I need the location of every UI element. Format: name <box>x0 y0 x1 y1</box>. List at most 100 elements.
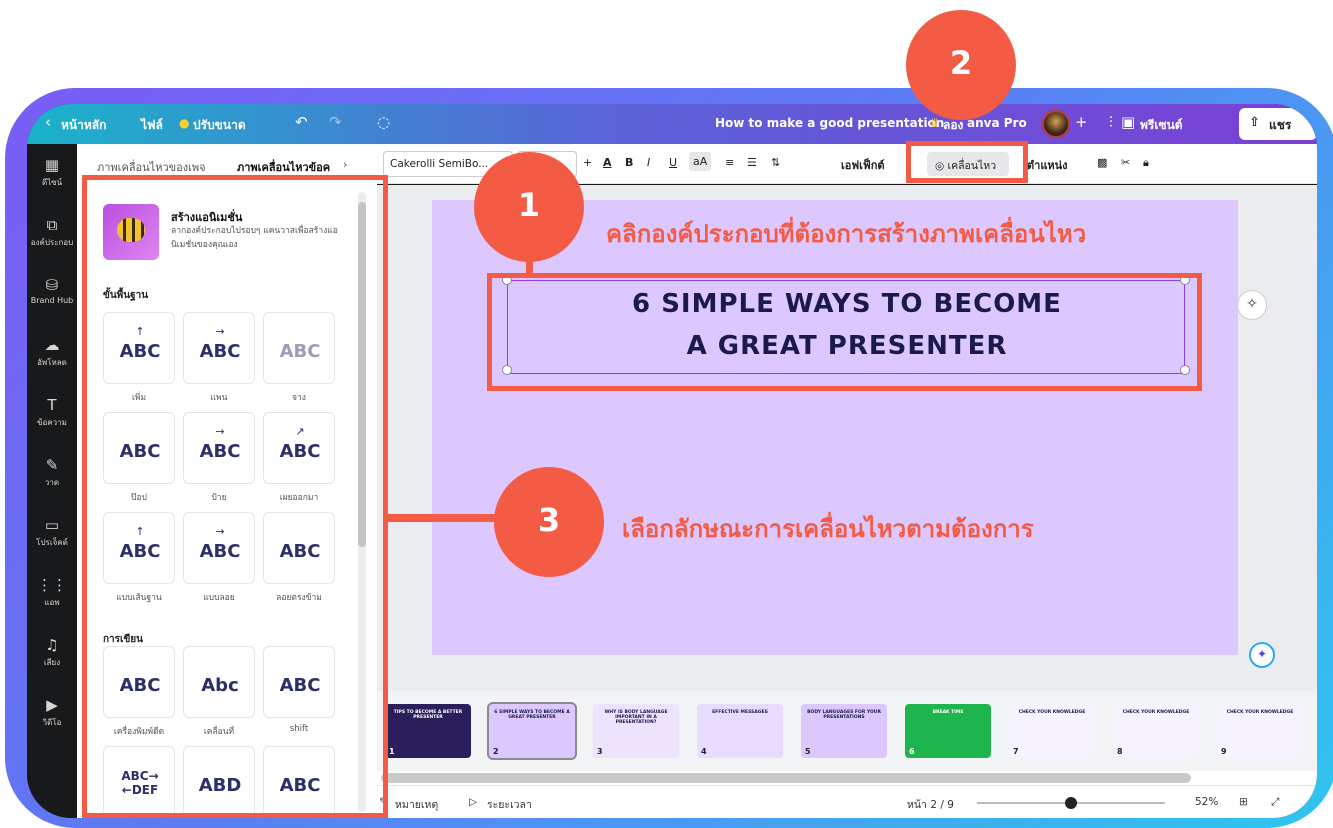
filmstrip-scroll-thumb[interactable] <box>381 773 1191 783</box>
bold-icon[interactable]: B <box>625 156 633 169</box>
page-thumbnail-8[interactable]: CHECK YOUR KNOWLEDGE 8 <box>1113 704 1199 758</box>
thumbnail-number: 2 <box>493 747 499 756</box>
page-thumbnail-4[interactable]: EFFECTIVE MESSAGES 4 <box>697 704 783 758</box>
transparency-icon[interactable]: ▩ <box>1097 156 1107 169</box>
rail-item-3[interactable]: ☁ อัพโหลด <box>27 336 77 369</box>
rail-item-8[interactable]: ♫ เสียง <box>27 636 77 669</box>
rail-item-1[interactable]: ⧉ องค์ประกอบ <box>27 216 77 249</box>
comment-add-icon[interactable]: ✧ <box>1237 290 1267 320</box>
rail-label-4: ข้อความ <box>37 418 67 427</box>
zoom-slider-knob[interactable] <box>1065 797 1077 809</box>
thumbnail-number: 4 <box>701 747 707 756</box>
page-indicator[interactable]: หน้า 2 / 9 <box>907 796 954 813</box>
rail-label-9: วิดีโอ <box>42 718 62 727</box>
grid-view-icon[interactable]: ⊞ <box>1239 796 1248 808</box>
fullscreen-icon[interactable]: ⤢ <box>1271 796 1279 809</box>
align-icon[interactable]: ≡ <box>725 156 734 169</box>
thumbnail-title: CHECK YOUR KNOWLEDGE <box>1226 710 1294 715</box>
rail-label-6: โปรเจ็คต์ <box>36 538 68 547</box>
spacing-icon[interactable]: ⇅ <box>771 156 780 169</box>
rail-icon-7: ⋮⋮ <box>37 576 67 594</box>
thumbnail-title: 6 SIMPLE WAYS TO BECOME A GREAT PRESENTE… <box>494 710 570 720</box>
underline-icon[interactable]: U <box>669 156 677 169</box>
rail-label-3: อัพโหลด <box>37 358 67 367</box>
thumbnail-number: 8 <box>1117 747 1123 756</box>
case-icon[interactable]: aA <box>689 152 712 171</box>
timer-icon[interactable]: ▷ <box>469 796 477 808</box>
rail-item-4[interactable]: T ข้อความ <box>27 396 77 429</box>
rail-icon-0: ▦ <box>44 156 60 174</box>
text-color-icon[interactable]: A <box>603 156 612 169</box>
thumbnail-number: 3 <box>597 747 603 756</box>
rail-icon-3: ☁ <box>44 336 60 354</box>
page-thumbnail-2[interactable]: 6 SIMPLE WAYS TO BECOME A GREAT PRESENTE… <box>487 702 577 760</box>
connector-3 <box>388 514 498 522</box>
notes-button[interactable]: หมายเหตุ <box>395 796 438 813</box>
home-link[interactable]: หน้าหลัก <box>61 116 106 135</box>
badge-2: 2 <box>906 10 1016 120</box>
page-filmstrip: TIPS TO BECOME A BETTER PRESENTER 1 6 SIMP… <box>377 691 1317 771</box>
italic-icon[interactable]: I <box>647 156 650 169</box>
add-person-icon[interactable]: + <box>1075 113 1088 131</box>
tab-page-animation[interactable]: ภาพเคลื่อนไหวของเพจ <box>97 158 206 176</box>
avatar[interactable] <box>1042 110 1070 138</box>
rail-label-1: องค์ประกอบ <box>30 238 74 247</box>
magic-sparkle-icon[interactable]: ✦ <box>1249 642 1275 668</box>
page-thumbnail-5[interactable]: BODY LANGUAGES FOR YOUR PRESENTATIONS 5 <box>801 704 887 758</box>
insights-chart-icon[interactable]: ⫶ <box>1109 113 1113 131</box>
badge-3: 3 <box>494 467 604 577</box>
thumbnail-title: CHECK YOUR KNOWLEDGE <box>1122 710 1190 715</box>
rail-icon-8: ♫ <box>45 636 59 654</box>
file-menu[interactable]: ไฟล์ <box>141 116 163 135</box>
top-bar: ‹ หน้าหลัก ไฟล์ ● ปรับขนาด ↶ ↷ ◌ How to … <box>27 104 1317 144</box>
page-thumbnail-3[interactable]: WHY IS BODY LANGUAGE IMPORTANT IN A PRES… <box>593 704 679 758</box>
present-button[interactable]: พรีเซนต์ <box>1140 116 1183 135</box>
undo-icon[interactable]: ↶ <box>295 113 308 131</box>
upgrade-button[interactable]: anva Pro <box>967 116 1027 130</box>
crown-icon: ● <box>179 116 190 130</box>
left-rail: ▦ ดีไซน์ ⧉ องค์ประกอบ ⛁ Brand Hub ☁ อัพโหลด T ข้อ… <box>27 144 77 818</box>
rail-item-2[interactable]: ⛁ Brand Hub <box>27 276 77 305</box>
rail-item-7[interactable]: ⋮⋮ แอพ <box>27 576 77 609</box>
page-thumbnail-9[interactable]: CHECK YOUR KNOWLEDGE 9 <box>1217 704 1303 758</box>
callout-step-3: เลือกลักษณะการเคลื่อนไหวตามต้องการ <box>622 515 1034 543</box>
rail-icon-6: ▭ <box>44 516 60 534</box>
thumbnail-title: EFFECTIVE MESSAGES <box>712 710 768 715</box>
present-icon: ▣ <box>1121 113 1136 131</box>
document-title[interactable]: How to make a good presentation <box>715 116 944 130</box>
effects-button[interactable]: เอฟเฟ็กต์ <box>841 156 885 174</box>
list-icon[interactable]: ☰ <box>747 156 757 169</box>
share-button[interactable]: ⇧ แชร <box>1239 108 1317 140</box>
rail-label-8: เสียง <box>43 658 61 667</box>
slide[interactable]: 6 SIMPLE WAYS TO BECOME A GREAT PRESENTE… <box>432 200 1238 655</box>
redo-icon[interactable]: ↷ <box>329 113 342 131</box>
rail-label-2: Brand Hub <box>30 296 74 305</box>
zoom-level[interactable]: 52% <box>1195 796 1218 808</box>
tab-element-animation[interactable]: ภาพเคลื่อนไหวข้อค <box>237 158 330 176</box>
page-thumbnail-7[interactable]: CHECK YOUR KNOWLEDGE 7 <box>1009 704 1095 758</box>
thumbnail-number: 5 <box>805 747 811 756</box>
position-button[interactable]: ตำแหน่ง <box>1027 156 1068 174</box>
rail-item-9[interactable]: ▶ วิดีโอ <box>27 696 77 729</box>
back-chevron-icon[interactable]: ‹ <box>45 113 51 131</box>
rail-item-0[interactable]: ▦ ดีไซน์ <box>27 156 77 189</box>
rail-item-5[interactable]: ✎ วาด <box>27 456 77 489</box>
filmstrip-scrollbar[interactable] <box>377 771 1317 785</box>
copy-style-icon[interactable]: ✂ <box>1121 156 1130 169</box>
highlight-animate-button <box>906 141 1028 183</box>
thumbnail-title: WHY IS BODY LANGUAGE IMPORTANT IN A PRES… <box>604 710 668 725</box>
rail-item-6[interactable]: ▭ โปรเจ็คต์ <box>27 516 77 549</box>
page-thumbnail-6[interactable]: BREAK TIME 6 <box>905 704 991 758</box>
chevron-right-icon[interactable]: › <box>343 158 347 171</box>
rail-label-5: วาด <box>44 478 60 487</box>
pro-crown-icon: ♛ <box>929 116 940 130</box>
resize-button[interactable]: ปรับขนาด <box>193 116 246 135</box>
thumbnail-title: TIPS TO BECOME A BETTER PRESENTER <box>393 710 463 720</box>
increase-size-icon[interactable]: + <box>583 156 592 169</box>
timer-button[interactable]: ระยะเวลา <box>487 796 532 813</box>
page-thumbnail-1[interactable]: TIPS TO BECOME A BETTER PRESENTER 1 <box>385 704 471 758</box>
lock-icon[interactable]: 🔒︎ <box>1143 156 1149 170</box>
screenshot-root: ‹ หน้าหลัก ไฟล์ ● ปรับขนาด ↶ ↷ ◌ How to … <box>0 0 1333 828</box>
rail-icon-5: ✎ <box>45 456 59 474</box>
rail-label-7: แอพ <box>44 598 60 607</box>
